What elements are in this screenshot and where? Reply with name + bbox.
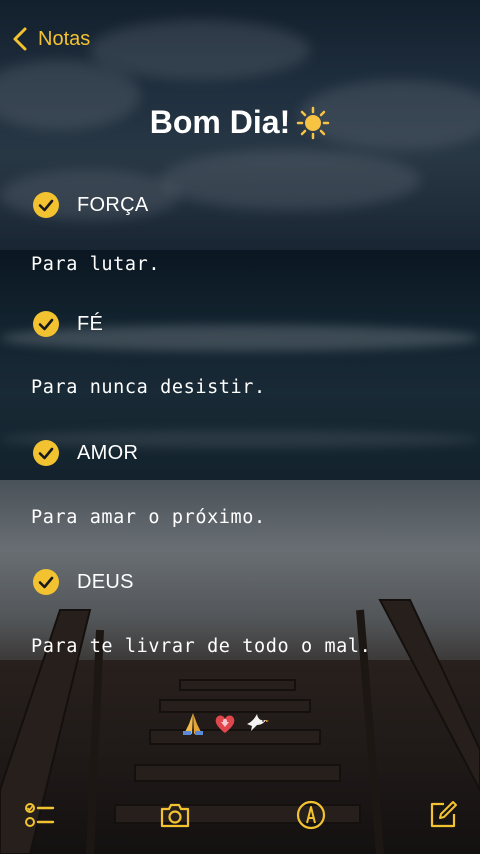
sun-icon: [296, 106, 330, 139]
checklist-button[interactable]: [22, 798, 56, 832]
markup-button[interactable]: [294, 798, 328, 832]
checkmark-circle-icon[interactable]: [32, 568, 60, 596]
checklist-item[interactable]: DEUS: [32, 568, 134, 596]
emoji-row: [180, 710, 270, 736]
note-title-row: Bom Dia!: [0, 104, 480, 141]
checklist-label: AMOR: [77, 441, 139, 464]
checkmark-circle-icon[interactable]: [32, 439, 60, 467]
note-line: Para nunca desistir.: [31, 377, 266, 398]
note-line: Para te livrar de todo o mal.: [31, 636, 372, 657]
checklist-icon: [25, 803, 55, 827]
praying-hands-icon: [183, 713, 203, 735]
chevron-left-icon: [13, 27, 27, 51]
dove-icon: [247, 714, 269, 731]
heart-with-ribbon-icon: [215, 715, 235, 733]
back-label: Notas: [38, 27, 91, 50]
back-button[interactable]: Notas: [10, 26, 90, 52]
checklist-label: FORÇA: [77, 193, 149, 216]
note-line: Para amar o próximo.: [31, 507, 266, 528]
checklist-item[interactable]: FORÇA: [32, 191, 149, 219]
checklist-label: DEUS: [77, 570, 134, 593]
note-title[interactable]: Bom Dia!: [150, 104, 290, 141]
camera-button[interactable]: [158, 798, 192, 832]
checkmark-circle-icon[interactable]: [32, 310, 60, 338]
bottom-toolbar: [0, 790, 480, 840]
checklist-item[interactable]: AMOR: [32, 439, 138, 467]
checklist-item[interactable]: FÉ: [32, 310, 103, 338]
camera-icon: [160, 803, 190, 828]
markup-pen-icon: [296, 800, 326, 830]
checklist-label: FÉ: [77, 312, 104, 335]
compose-icon: [430, 801, 457, 828]
note-line: Para lutar.: [31, 254, 161, 275]
compose-button[interactable]: [426, 798, 460, 832]
checkmark-circle-icon[interactable]: [32, 191, 60, 219]
